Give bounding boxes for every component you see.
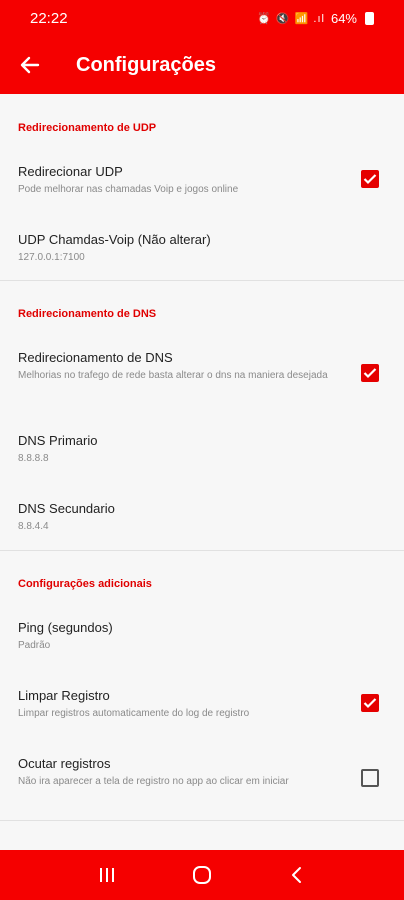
- section-divider: [0, 820, 404, 821]
- setting-title: Redirecionar UDP: [18, 164, 123, 179]
- battery-level: 64%: [330, 10, 357, 26]
- udp-redirect-checkbox[interactable]: [361, 170, 379, 188]
- setting-title: Ping (segundos): [18, 620, 113, 635]
- system-nav-bar: [0, 850, 404, 900]
- section-header-dns: Redirecionamento de DNS: [18, 308, 157, 320]
- status-icons: ⏰ 🔇 📶 .ıl 64%: [257, 11, 374, 26]
- setting-hide-log[interactable]: Ocutar registros Não ira aparecer a tela…: [18, 756, 348, 789]
- setting-udp-voip[interactable]: UDP Chamdas-Voip (Não alterar) 127.0.0.1…: [18, 232, 348, 265]
- home-icon: [192, 866, 211, 884]
- section-divider: [0, 550, 404, 551]
- setting-subtitle: 127.0.0.1:7100: [18, 252, 85, 263]
- setting-title: Limpar Registro: [18, 688, 110, 703]
- settings-list[interactable]: Redirecionamento de UDP Redirecionar UDP…: [0, 94, 404, 850]
- setting-subtitle: 8.8.8.8: [18, 453, 49, 464]
- back-button[interactable]: [0, 36, 60, 94]
- setting-dns-redirect[interactable]: Redirecionamento de DNS Melhorias no tra…: [18, 350, 348, 383]
- checkmark-icon: [363, 368, 377, 379]
- hide-log-checkbox[interactable]: [361, 769, 379, 787]
- section-header-udp: Redirecionamento de UDP: [18, 122, 157, 134]
- section-header-additional: Configurações adicionais: [18, 578, 152, 590]
- clear-log-checkbox[interactable]: [361, 694, 379, 712]
- status-bar: 22:22 ⏰ 🔇 📶 .ıl 64%: [0, 0, 404, 36]
- setting-title: Redirecionamento de DNS: [18, 350, 173, 365]
- app-bar: Configurações: [0, 36, 404, 94]
- status-time: 22:22: [30, 9, 68, 27]
- home-button[interactable]: [182, 855, 222, 895]
- setting-clear-log[interactable]: Limpar Registro Limpar registros automat…: [18, 688, 348, 721]
- setting-udp-redirect[interactable]: Redirecionar UDP Pode melhorar nas chama…: [18, 164, 348, 197]
- setting-title: Ocutar registros: [18, 756, 111, 771]
- setting-dns-secondary[interactable]: DNS Secundario 8.8.4.4: [18, 501, 348, 534]
- back-icon: [291, 867, 301, 883]
- setting-title: UDP Chamdas-Voip (Não alterar): [18, 232, 211, 247]
- recent-apps-button[interactable]: [87, 855, 127, 895]
- status-indicator-icons: ⏰ 🔇 📶 .ıl: [257, 12, 325, 25]
- setting-subtitle: Pode melhorar nas chamadas Voip e jogos …: [18, 184, 239, 195]
- recent-apps-icon: [100, 868, 115, 882]
- checkmark-icon: [363, 174, 377, 185]
- setting-title: DNS Secundario: [18, 501, 115, 516]
- setting-subtitle: Limpar registros automaticamente do log …: [18, 708, 250, 719]
- nav-back-button[interactable]: [277, 855, 317, 895]
- setting-ping[interactable]: Ping (segundos) Padrão: [18, 620, 348, 653]
- dns-redirect-checkbox[interactable]: [361, 364, 379, 382]
- setting-title: DNS Primario: [18, 433, 98, 448]
- setting-dns-primary[interactable]: DNS Primario 8.8.8.8: [18, 433, 348, 466]
- section-divider: [0, 280, 404, 281]
- page-title: Configurações: [76, 53, 217, 76]
- setting-subtitle: Padrão: [18, 640, 51, 651]
- arrow-left-icon: [20, 56, 40, 74]
- setting-subtitle: Não ira aparecer a tela de registro no a…: [18, 776, 289, 787]
- checkmark-icon: [363, 698, 377, 709]
- battery-icon: [365, 11, 374, 25]
- setting-subtitle: 8.8.4.4: [18, 521, 49, 532]
- setting-subtitle: Melhorias no trafego de rede basta alter…: [18, 370, 328, 381]
